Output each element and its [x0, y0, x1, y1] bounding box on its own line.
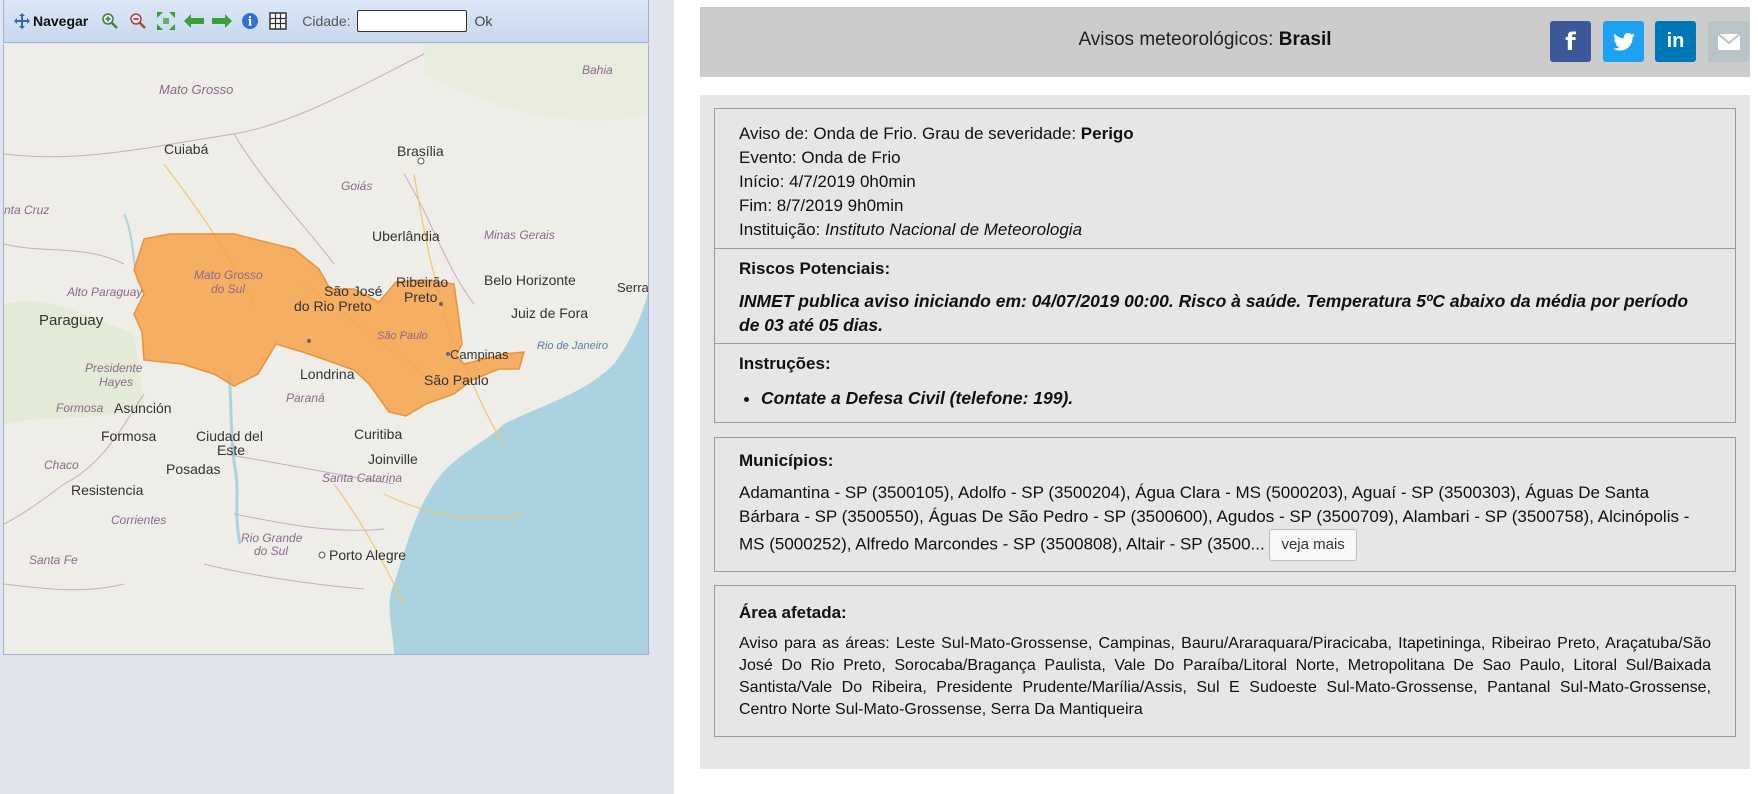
map-label: São José — [324, 283, 383, 299]
warning-type: Aviso de: Onda de Frio. Grau de severida… — [739, 122, 1711, 146]
affected-area-text: Aviso para as áreas: Leste Sul-Mato-Gros… — [739, 635, 1711, 718]
risks-title: Riscos Potenciais: — [739, 259, 891, 278]
map-panel: Navegar i Cidade: Ok Bahia Mato Grosso C… — [0, 0, 674, 794]
map-label: Resistencia — [71, 482, 144, 498]
map-label: Brasília — [397, 143, 444, 159]
map-label: Chaco — [44, 458, 79, 472]
map-label: Rio Grande — [241, 531, 303, 545]
city-dot — [307, 339, 311, 343]
map-label: Belo Horizonte — [484, 272, 576, 288]
map-label: Paraguay — [39, 312, 104, 329]
map-label: São Paulo — [424, 372, 489, 388]
facebook-icon[interactable]: f — [1550, 21, 1591, 62]
map-label: Curitiba — [354, 426, 402, 442]
twitter-icon[interactable] — [1603, 21, 1644, 62]
map-label: Hayes — [99, 375, 133, 389]
municipalities-text: Adamantina - SP (3500105), Adolfo - SP (… — [739, 481, 1711, 561]
map-label: do Sul — [211, 282, 245, 296]
severity-value: Perigo — [1080, 124, 1134, 143]
instructions-title: Instruções: — [739, 354, 831, 373]
map-label: Asunción — [114, 400, 172, 416]
map-label: Ribeirão — [396, 274, 448, 290]
start-line: Início: 4/7/2019 0h0min — [739, 172, 916, 191]
map-label: Goiás — [341, 179, 372, 193]
instructions-list: Contate a Defesa Civil (telefone: 199). — [739, 386, 1711, 410]
city-dot — [439, 302, 443, 306]
city-dot-porto-alegre — [318, 551, 326, 559]
city-label: Cidade: — [302, 13, 351, 29]
move-icon — [14, 13, 30, 29]
map-label: Joinville — [368, 451, 418, 467]
warning-card: Aviso de: Onda de Frio. Grau de severida… — [714, 108, 1736, 423]
map-label: Porto Alegre — [329, 547, 406, 563]
map-label: Alto Paraguay — [66, 285, 143, 299]
municipalities-card: Municípios: Adamantina - SP (3500105), A… — [714, 437, 1736, 572]
map-label: Bahia — [582, 63, 613, 77]
map-label: Este — [217, 442, 245, 458]
map-label: Minas Gerais — [484, 228, 555, 242]
map-label: Juiz de Fora — [511, 305, 588, 321]
warning-content: Aviso de: Onda de Frio. Grau de severida… — [700, 95, 1750, 769]
affected-area-card: Área afetada: Aviso para as áreas: Leste… — [714, 585, 1736, 737]
linkedin-icon[interactable]: in — [1655, 21, 1696, 62]
title-prefix: Avisos meteorológicos: — [1078, 29, 1274, 50]
map-label: Santa Fe — [29, 553, 78, 567]
institution-value: Instituto Nacional de Meteorologia — [825, 220, 1083, 239]
map-label: Posadas — [166, 461, 220, 477]
page-header: Avisos meteorológicos: Brasil f in — [700, 7, 1750, 77]
institution-label: Instituição: — [739, 220, 821, 239]
city-input[interactable] — [356, 10, 467, 32]
back-arrow-icon[interactable] — [184, 11, 205, 31]
map-label: Uberlândia — [372, 228, 440, 244]
map-label: Preto — [404, 289, 438, 305]
map-label: do Sul — [254, 544, 288, 558]
institution-line: Instituição: Instituto Nacional de Meteo… — [739, 218, 1711, 242]
map-label: Santa Catarina — [322, 471, 402, 485]
navigate-label: Navegar — [33, 13, 89, 29]
map-label: nta Cruz — [4, 203, 49, 217]
zoom-out-icon[interactable] — [128, 11, 148, 31]
map-label: Formosa — [56, 401, 104, 415]
map-view[interactable]: Bahia Mato Grosso Cuiabá Brasília Goiás … — [3, 44, 649, 655]
map-label: do Rio Preto — [294, 298, 372, 314]
map-label: Campinas — [450, 347, 509, 362]
map-label: Serra — [617, 280, 649, 295]
navigate-button[interactable]: Navegar — [14, 13, 88, 29]
map-label: Presidente — [85, 361, 143, 375]
warning-type-label: Aviso de: Onda de Frio. Grau de severida… — [739, 124, 1077, 143]
map-label: Formosa — [101, 428, 156, 444]
page-title: Avisos meteorológicos: Brasil — [700, 29, 1750, 51]
end-line: Fim: 8/7/2019 9h0min — [739, 196, 904, 215]
zoom-in-icon[interactable] — [100, 11, 120, 31]
map-label: Cuiabá — [164, 141, 209, 157]
map-label: Corrientes — [111, 513, 166, 527]
map-label: Paraná — [286, 391, 325, 405]
svg-text:i: i — [248, 15, 253, 29]
map-label: Rio de Janeiro — [537, 340, 608, 352]
title-country: Brasil — [1278, 29, 1332, 50]
email-icon[interactable] — [1708, 21, 1749, 62]
map-label: São Paulo — [377, 330, 428, 342]
risks-text: INMET publica aviso iniciando em: 04/07/… — [739, 291, 1689, 335]
forward-arrow-icon[interactable] — [212, 11, 233, 31]
event-line: Evento: Onda de Frio — [739, 148, 901, 167]
municipalities-list: Adamantina - SP (3500105), Adolfo - SP (… — [739, 483, 1690, 554]
map-label: Mato Grosso — [159, 82, 233, 97]
map-label: Mato Grosso — [194, 268, 263, 282]
grid-icon[interactable] — [268, 11, 288, 31]
municipalities-title: Municípios: — [739, 451, 834, 470]
instruction-item: Contate a Defesa Civil (telefone: 199). — [761, 386, 1711, 410]
map-label: Londrina — [300, 366, 355, 382]
info-icon[interactable]: i — [240, 11, 260, 31]
affected-area-title: Área afetada: — [739, 603, 847, 622]
zoom-extent-icon[interactable] — [156, 11, 176, 31]
map-canvas[interactable]: Bahia Mato Grosso Cuiabá Brasília Goiás … — [4, 44, 649, 655]
ok-button[interactable]: Ok — [475, 13, 493, 29]
see-more-button[interactable]: veja mais — [1269, 529, 1357, 561]
map-toolbar: Navegar i Cidade: Ok — [3, 0, 649, 43]
